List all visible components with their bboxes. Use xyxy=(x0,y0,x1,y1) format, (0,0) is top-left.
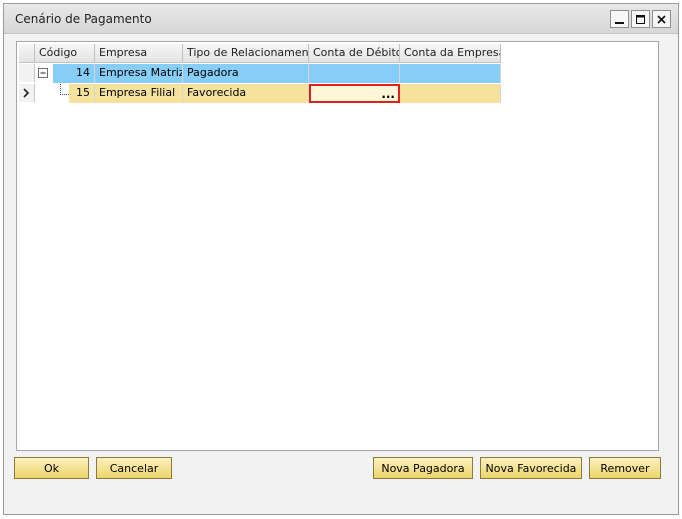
row-selector[interactable] xyxy=(19,84,35,102)
cell-tipo-relacionamento[interactable]: Favorecida xyxy=(183,84,309,103)
minimize-button[interactable] xyxy=(610,10,629,28)
tree-gutter xyxy=(35,64,53,83)
title-bar[interactable]: Cenário de Pagamento xyxy=(4,4,678,34)
column-header-codigo[interactable]: Código xyxy=(35,44,95,63)
tree-connector xyxy=(35,84,69,103)
cell-conta-debito[interactable] xyxy=(309,64,400,83)
minimize-icon xyxy=(615,21,624,24)
tree-collapse-icon[interactable] xyxy=(35,64,53,83)
cell-tipo-relacionamento[interactable]: Pagadora xyxy=(183,64,309,83)
window-title: Cenário de Pagamento xyxy=(15,12,152,26)
new-payer-button[interactable]: Nova Pagadora xyxy=(373,457,473,479)
column-header-tipo-relacionamento[interactable]: Tipo de Relacionamento xyxy=(183,44,309,63)
close-button[interactable] xyxy=(652,10,671,28)
ellipsis-icon[interactable]: ... xyxy=(381,86,395,101)
cell-conta-empresa[interactable] xyxy=(400,84,501,103)
column-header-conta-empresa[interactable]: Conta da Empresa xyxy=(400,44,501,63)
active-cell-conta-debito[interactable]: ... xyxy=(309,84,400,103)
cancel-button[interactable]: Cancelar xyxy=(96,457,172,479)
cell-empresa[interactable]: Empresa Filial xyxy=(95,84,183,103)
cell-conta-empresa[interactable] xyxy=(400,64,501,83)
column-header-conta-debito[interactable]: Conta de Débito xyxy=(309,44,400,63)
cell-codigo[interactable]: 14 xyxy=(53,64,95,83)
tree-connector-lines xyxy=(60,84,69,95)
maximize-button[interactable] xyxy=(631,10,650,28)
ok-button[interactable]: Ok xyxy=(14,457,89,479)
row-selector[interactable] xyxy=(19,64,35,82)
new-payee-button[interactable]: Nova Favorecida xyxy=(480,457,582,479)
column-header-empresa[interactable]: Empresa xyxy=(95,44,183,63)
payment-grid[interactable]: Código Empresa Tipo de Relacionamento Co… xyxy=(16,41,659,451)
remove-button[interactable]: Remover xyxy=(589,457,661,479)
maximize-icon xyxy=(636,14,645,24)
cell-codigo[interactable]: 15 xyxy=(69,84,95,103)
close-icon xyxy=(657,14,666,24)
payment-scenario-window: Cenário de Pagamento Código Empresa Tipo… xyxy=(3,3,679,515)
header-corner xyxy=(19,44,35,63)
cell-empresa[interactable]: Empresa Matriz xyxy=(95,64,183,83)
row-pointer-icon xyxy=(23,88,30,98)
